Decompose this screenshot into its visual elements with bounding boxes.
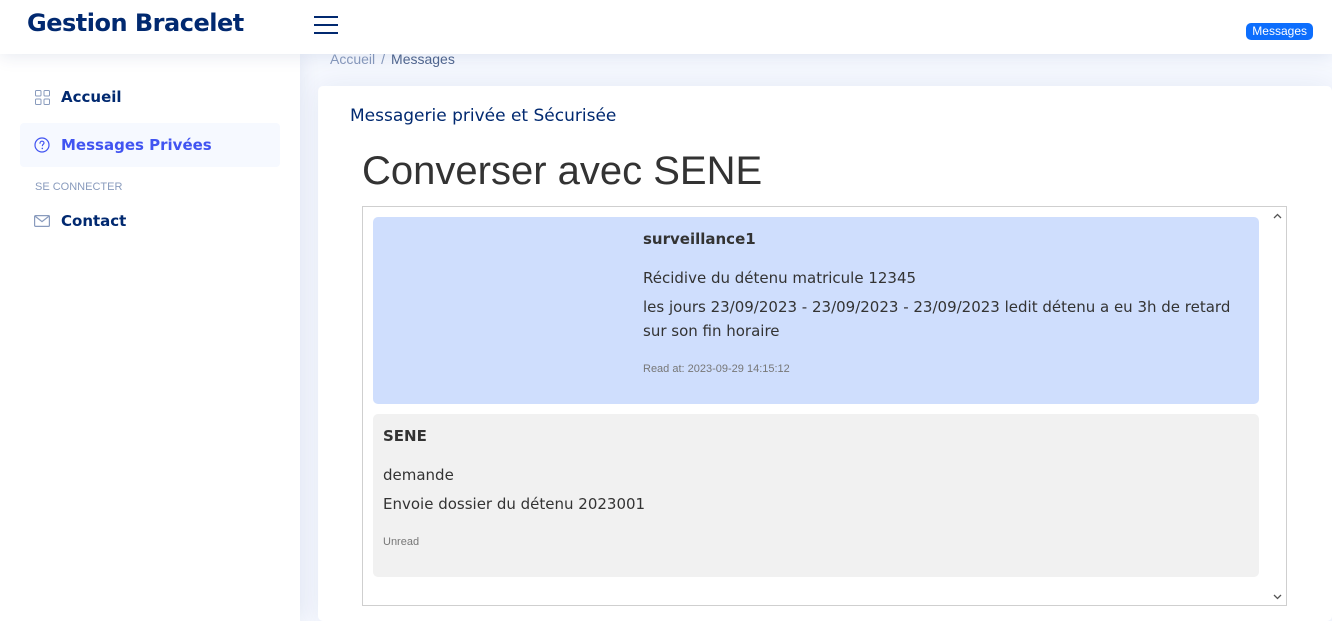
messages-badge[interactable]: Messages [1246,23,1313,40]
card-title: Messagerie privée et Sécurisée [350,106,617,126]
message-line: Envoie dossier du détenu 2023001 [383,495,646,513]
chat-scroll-area[interactable]: surveillance1 Récidive du détenu matricu… [362,206,1287,606]
scroll-down-icon[interactable] [1271,590,1284,603]
message-author: surveillance1 [643,230,756,248]
sidebar-item-contact[interactable]: Contact [20,199,280,243]
message-bubble-incoming: SENE demande Envoie dossier du détenu 20… [373,414,1259,577]
top-header: Gestion Bracelet Messages [0,0,1332,54]
sidebar-item-label: Contact [61,212,127,230]
message-bubble-outgoing: surveillance1 Récidive du détenu matricu… [373,217,1259,404]
grid-icon [34,89,50,105]
sidebar-item-messages-privees[interactable]: Messages Privées [20,123,280,167]
sidebar: Accueil Messages Privées SE CONNECTER Co… [0,54,300,621]
messages-card: Messagerie privée et Sécurisée Converser… [318,86,1332,621]
sidebar-item-label: Messages Privées [61,136,212,154]
conversation-title: Converser avec SENE [362,149,763,193]
message-status: Unread [383,536,420,548]
sidebar-item-label: Accueil [61,88,122,106]
envelope-icon [34,213,50,229]
message-line: demande [383,466,454,484]
message-line: Récidive du détenu matricule 12345 [643,269,917,287]
hamburger-menu-icon[interactable] [313,13,339,37]
sidebar-heading: SE CONNECTER [35,181,123,193]
message-status: Read at: 2023-09-29 14:15:12 [643,363,790,375]
scroll-up-icon[interactable] [1271,209,1284,222]
app-logo[interactable]: Gestion Bracelet [27,9,244,37]
message-author: SENE [383,427,427,445]
sidebar-item-accueil[interactable]: Accueil [20,75,280,119]
message-line: les jours 23/09/2023 - 23/09/2023 - 23/0… [643,298,1231,340]
question-circle-icon [34,137,50,153]
scrollbar[interactable] [1269,207,1286,605]
